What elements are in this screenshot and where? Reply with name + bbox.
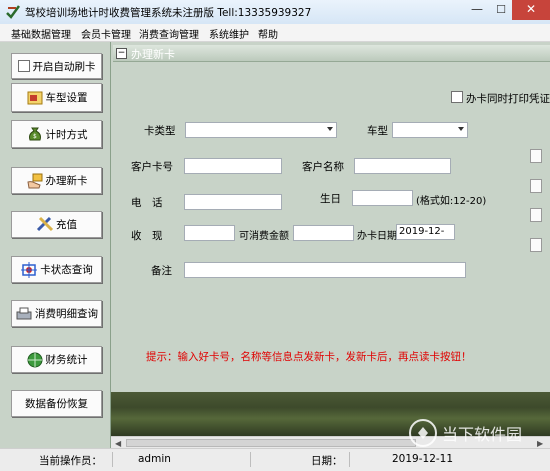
watermark-logo: 当下软件园 xyxy=(409,419,522,447)
checkbox-icon[interactable] xyxy=(17,60,30,72)
spendable-amount-input[interactable] xyxy=(293,225,354,241)
phone-label: 电 话 xyxy=(131,197,163,209)
hint-text: 提示：输入好卡号，名称等信息点发新卡，发新卡后，再点读卡按钮！ xyxy=(146,351,472,363)
customer-name-input[interactable] xyxy=(354,158,451,174)
sidebar-item-label: 卡状态查询 xyxy=(40,264,93,276)
menu-system-maintenance[interactable]: 系统维护 xyxy=(209,26,249,41)
new-card-button[interactable]: 办理新卡 xyxy=(11,167,102,194)
status-divider xyxy=(349,452,350,467)
panel-title: 办理新卡 xyxy=(131,48,175,61)
side-action-button-3[interactable] xyxy=(530,208,542,222)
birthday-label: 生日 xyxy=(320,193,341,205)
auto-swipe-label: 开启自动刷卡 xyxy=(32,60,96,73)
scroll-left-icon[interactable]: ◀ xyxy=(115,439,121,448)
date-value: 2019-12-11 xyxy=(392,453,454,465)
sidebar-item-label: 财务统计 xyxy=(45,354,88,366)
car-settings-icon xyxy=(27,91,42,104)
customer-card-label: 客户卡号 xyxy=(131,161,173,173)
scrollbar-thumb[interactable] xyxy=(126,439,416,447)
recharge-button[interactable]: 充值 xyxy=(11,211,102,238)
card-type-select[interactable] xyxy=(185,122,337,138)
menu-basic-data[interactable]: 基础数据管理 xyxy=(11,26,71,41)
note-label: 备注 xyxy=(151,265,172,277)
consumption-detail-query-button[interactable]: 消费明细查询 xyxy=(11,300,102,327)
hand-card-icon xyxy=(26,173,42,188)
note-input[interactable] xyxy=(184,262,466,278)
cash-label: 收 现 xyxy=(131,230,163,242)
sidebar-item-label: 办理新卡 xyxy=(45,175,88,187)
issue-date-label: 办卡日期 xyxy=(357,231,397,242)
phone-input[interactable] xyxy=(184,194,282,210)
money-bag-icon: $ xyxy=(28,127,41,141)
sidebar: 开启自动刷卡 车型设置 $ 计时方式 办理新卡 充值 卡状态查询 消费明细查询 … xyxy=(0,42,111,448)
customer-name-label: 客户名称 xyxy=(302,161,344,173)
menu-consumption-query[interactable]: 消费查询管理 xyxy=(139,26,199,41)
data-backup-restore-button[interactable]: 数据备份恢复 xyxy=(11,390,102,417)
close-button[interactable]: ✕ xyxy=(512,0,550,20)
printer-icon xyxy=(16,307,32,319)
menu-help[interactable]: 帮助 xyxy=(258,26,278,41)
operator-value: admin xyxy=(138,453,171,465)
new-card-panel: − 办理新卡 办卡同时打印凭证 卡类型 车型 客户卡号 客户名称 电 话 生日 … xyxy=(111,42,550,392)
billing-method-button[interactable]: $ 计时方式 xyxy=(11,120,102,148)
customer-card-input[interactable] xyxy=(184,158,282,174)
issue-date-picker[interactable]: 2019-12-11 xyxy=(396,224,455,240)
title-bar: 驾校培训场地计时收费管理系统未注册版 Tell:13335939327 — ☐ … xyxy=(0,0,550,25)
card-type-label: 卡类型 xyxy=(144,125,176,137)
chevron-down-icon xyxy=(327,127,333,131)
minimize-button[interactable]: — xyxy=(464,0,490,20)
status-divider xyxy=(112,452,113,467)
status-bar: 当前操作员： admin 日期： 2019-12-11 xyxy=(0,448,550,471)
side-action-button-1[interactable] xyxy=(530,149,542,163)
car-type-settings-button[interactable]: 车型设置 xyxy=(11,83,102,112)
birthday-input[interactable] xyxy=(352,190,413,206)
print-receipt-label: 办卡同时打印凭证 xyxy=(466,93,550,105)
sidebar-item-label: 车型设置 xyxy=(45,92,88,104)
collapse-icon[interactable]: − xyxy=(116,48,127,59)
window-title: 驾校培训场地计时收费管理系统未注册版 Tell:13335939327 xyxy=(25,7,312,19)
side-action-button-2[interactable] xyxy=(530,179,542,193)
cash-input[interactable] xyxy=(184,225,235,241)
car-type-label: 车型 xyxy=(367,125,388,137)
maximize-button[interactable]: ☐ xyxy=(490,0,512,20)
sidebar-item-label: 数据备份恢复 xyxy=(25,398,88,410)
birthday-format-hint: (格式如:12-20) xyxy=(416,196,487,207)
globe-icon xyxy=(27,352,42,367)
date-label: 日期： xyxy=(311,455,343,467)
print-receipt-option[interactable]: 办卡同时打印凭证 xyxy=(451,91,550,106)
operator-label: 当前操作员： xyxy=(39,455,102,467)
auto-swipe-toggle[interactable]: 开启自动刷卡 xyxy=(11,53,102,79)
side-action-button-4[interactable] xyxy=(530,238,542,252)
sidebar-item-label: 计时方式 xyxy=(45,128,88,141)
watermark-text: 当下软件园 xyxy=(442,425,522,444)
issue-date-value: 2019-12-11 xyxy=(399,226,445,237)
status-divider xyxy=(250,452,251,467)
car-type-select[interactable] xyxy=(392,122,468,138)
financial-statistics-button[interactable]: 财务统计 xyxy=(11,346,102,373)
network-icon xyxy=(21,261,38,278)
card-status-query-button[interactable]: 卡状态查询 xyxy=(11,256,102,283)
sidebar-item-label: 充值 xyxy=(56,219,77,231)
menu-bar: 基础数据管理 会员卡管理 消费查询管理 系统维护 帮助 xyxy=(0,24,550,42)
sidebar-item-label: 消费明细查询 xyxy=(35,308,98,320)
tools-icon xyxy=(36,216,54,231)
spendable-amount-label: 可消费金额 xyxy=(239,231,289,242)
svg-text:$: $ xyxy=(33,133,37,140)
print-receipt-checkbox[interactable] xyxy=(451,91,463,103)
menu-member-card[interactable]: 会员卡管理 xyxy=(81,26,131,41)
chevron-down-icon xyxy=(458,127,464,131)
app-icon xyxy=(6,5,21,19)
panel-header: − 办理新卡 xyxy=(113,45,550,62)
